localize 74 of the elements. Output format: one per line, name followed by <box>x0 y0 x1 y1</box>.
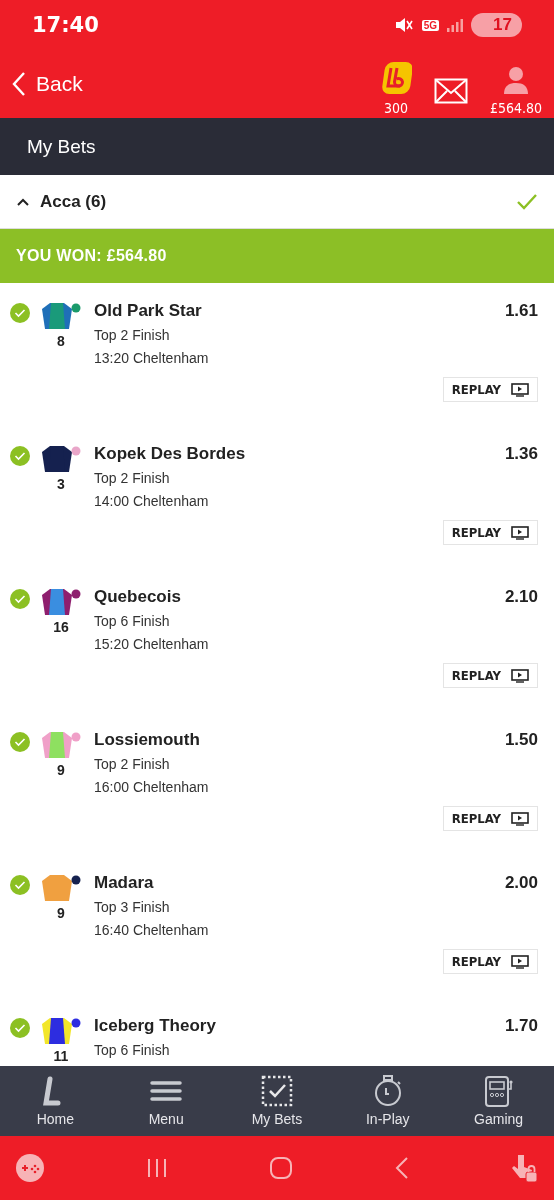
video-icon <box>511 668 529 683</box>
back-icon[interactable] <box>394 1156 409 1180</box>
person-icon <box>502 66 529 96</box>
race-time: 16:40 Cheltenham <box>94 922 210 938</box>
odds-value: 2.00 <box>504 873 538 893</box>
runner-name: Kopek Des Bordes <box>94 444 246 464</box>
race-time: 15:20 Cheltenham <box>94 636 210 652</box>
runner-number: 16 <box>53 619 69 635</box>
mail-icon[interactable] <box>433 78 468 104</box>
odds-value: 1.61 <box>504 301 538 321</box>
odds-value: 2.10 <box>504 587 538 607</box>
odds-value: 1.50 <box>504 730 538 750</box>
video-icon <box>511 525 529 540</box>
nav-tab[interactable]: My Bets <box>227 1074 327 1128</box>
replay-button[interactable]: REPLAY <box>442 520 538 545</box>
market-name: Top 2 Finish <box>94 327 171 343</box>
gamepad-icon[interactable] <box>16 1154 44 1182</box>
nav-tab[interactable]: In-Play <box>337 1074 438 1128</box>
runner-number: 3 <box>57 476 65 492</box>
nav-tab[interactable]: Menu <box>116 1074 217 1128</box>
runner-name: Quebecois <box>94 587 181 607</box>
market-name: Top 3 Finish <box>94 899 171 915</box>
runner-number: 9 <box>57 905 65 921</box>
home-icon[interactable] <box>269 1156 293 1180</box>
rewards-logo-icon <box>379 60 412 96</box>
nav-tab[interactable]: Home <box>5 1074 106 1128</box>
account-button[interactable]: £564.80 <box>489 66 542 118</box>
runner-name: Madara <box>94 873 154 893</box>
runner-number: 11 <box>53 1048 69 1064</box>
back-icon <box>12 71 26 97</box>
runner-number: 8 <box>57 333 65 349</box>
odds-value: 1.70 <box>504 1016 538 1036</box>
bet-title: Acca (6) <box>40 191 108 212</box>
nav-tab[interactable]: Gaming <box>448 1074 549 1128</box>
market-name: Top 2 Finish <box>94 756 171 772</box>
back-button[interactable]: Back <box>12 71 83 97</box>
network-label: 5G <box>421 19 440 31</box>
slot-machine-icon <box>482 1075 515 1107</box>
replay-button[interactable]: REPLAY <box>442 806 538 831</box>
jockey-silk-icon <box>41 730 81 760</box>
signal-icon <box>447 18 464 32</box>
video-icon <box>511 811 529 826</box>
touch-lock-icon[interactable] <box>510 1153 538 1183</box>
jockey-silk-icon <box>41 444 81 474</box>
video-icon <box>511 382 529 397</box>
race-time: 16:00 Cheltenham <box>94 779 210 795</box>
battery-level: 17 <box>471 13 522 37</box>
mute-icon <box>393 16 414 34</box>
jockey-silk-icon <box>41 587 81 617</box>
jockey-silk-icon <box>41 301 81 331</box>
market-name: Top 2 Finish <box>94 470 171 486</box>
odds-value: 1.36 <box>504 444 538 464</box>
market-name: Top 6 Finish <box>94 613 171 629</box>
jockey-silk-icon <box>41 1016 81 1046</box>
win-banner: YOU WON: £564.80 <box>0 229 554 283</box>
runner-name: Iceberg Theory <box>94 1016 216 1036</box>
jockey-silk-icon <box>41 873 81 903</box>
race-time: 13:20 Cheltenham <box>94 350 210 366</box>
checkbox-icon <box>261 1075 293 1107</box>
replay-button[interactable]: REPLAY <box>442 949 538 974</box>
points-button[interactable]: 300 <box>379 60 412 118</box>
runner-name: Lossiemouth <box>94 730 200 750</box>
replay-button[interactable]: REPLAY <box>442 377 538 402</box>
race-time: 14:00 Cheltenham <box>94 493 210 509</box>
clock-time: 17:40 <box>32 13 99 37</box>
market-name: Top 6 Finish <box>94 1042 171 1058</box>
runner-number: 9 <box>57 762 65 778</box>
replay-button[interactable]: REPLAY <box>442 663 538 688</box>
checkmark-icon <box>516 192 538 211</box>
video-icon <box>511 954 529 969</box>
collapse-caret-icon <box>16 196 30 207</box>
page-title: My Bets <box>27 135 96 158</box>
runner-name: Old Park Star <box>94 301 202 321</box>
recent-apps-icon[interactable] <box>145 1158 168 1178</box>
